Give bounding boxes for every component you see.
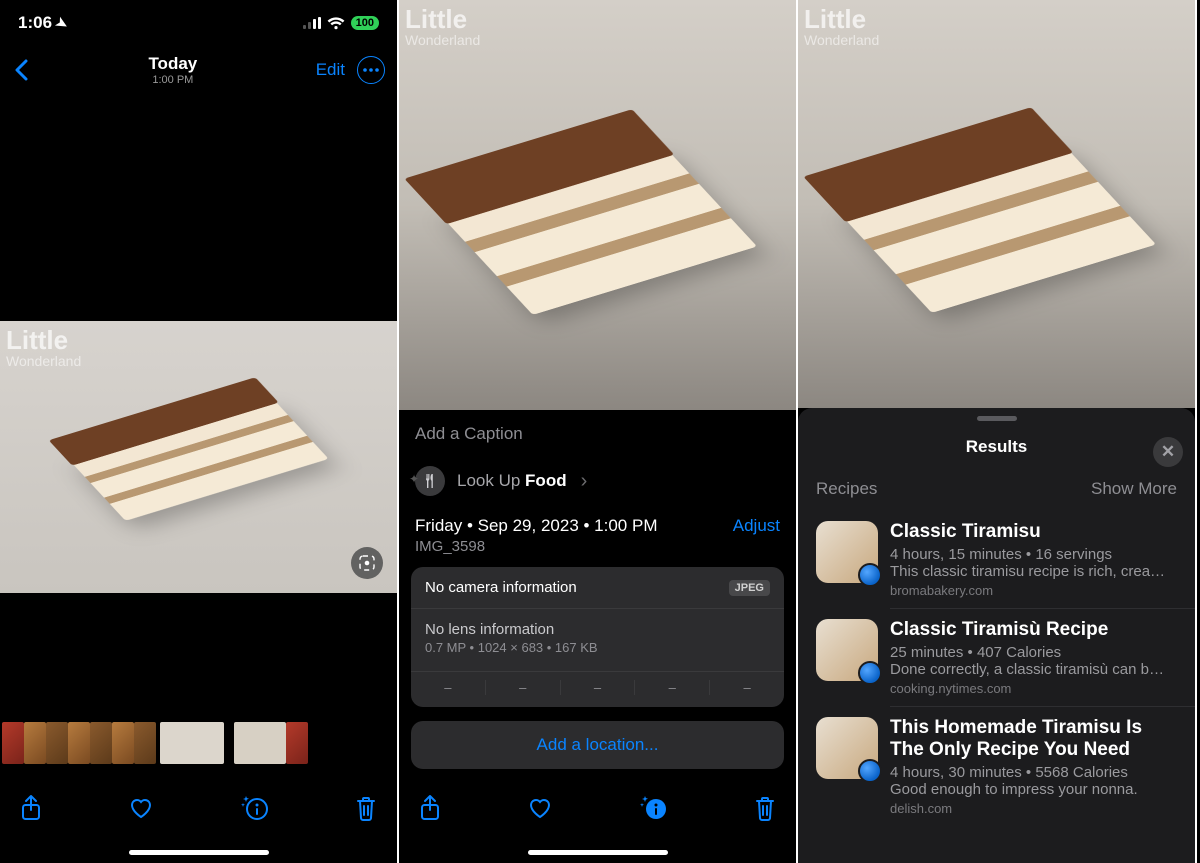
status-time-group: 1:06 ➤: [18, 13, 68, 33]
sparkle-icon: ✦: [409, 472, 419, 486]
bottom-toolbar: [399, 775, 796, 841]
photo-preview[interactable]: LittleWonderland: [399, 0, 796, 410]
thumb[interactable]: [234, 722, 286, 764]
thumb[interactable]: [46, 722, 68, 764]
camera-info: No camera information: [425, 579, 577, 596]
trash-button[interactable]: [754, 795, 776, 821]
recipe-title: Classic Tiramisu: [890, 521, 1177, 544]
chevron-right-icon: ›: [581, 470, 588, 493]
close-button[interactable]: ✕: [1153, 437, 1183, 467]
recipe-thumb: [816, 619, 878, 681]
battery-icon: 100: [351, 16, 379, 30]
photo-subject-tiramisu: [837, 144, 1155, 314]
thumb[interactable]: [112, 722, 134, 764]
thumb-selected[interactable]: [160, 722, 224, 764]
lookup-label: Look Up Food: [457, 471, 567, 491]
results-sheet: Results ✕ Recipes Show More Classic Tira…: [798, 408, 1195, 863]
share-button[interactable]: [419, 794, 441, 822]
photo-date: Friday • Sep 29, 2023 • 1:00 PM: [415, 516, 657, 536]
recipe-source: bromabakery.com: [890, 583, 1177, 598]
photo-subject-tiramisu: [438, 145, 756, 315]
visual-lookup-badge[interactable]: [351, 547, 383, 579]
adjust-button[interactable]: Adjust: [733, 516, 780, 536]
section-label-recipes: Recipes: [816, 479, 877, 499]
photo-watermark: LittleWonderland: [804, 6, 879, 47]
food-category-icon: [415, 466, 445, 496]
recipe-meta: 4 hours, 30 minutes • 5568 Calories: [890, 764, 1177, 781]
share-button[interactable]: [20, 794, 42, 822]
nav-bar: Today 1:00 PM Edit: [0, 46, 397, 94]
file-type-badge: JPEG: [729, 580, 770, 596]
recipe-thumb: [816, 717, 878, 779]
recipe-title: Classic Tiramisù Recipe: [890, 619, 1177, 642]
photo-subject-tiramisu: [69, 398, 329, 521]
info-lookup-button-active[interactable]: [640, 795, 668, 821]
recipe-desc: Good enough to impress your nonna.: [890, 781, 1177, 798]
thumb[interactable]: [68, 722, 90, 764]
show-more-button[interactable]: Show More: [1091, 479, 1177, 499]
cellular-signal-icon: [303, 17, 321, 29]
add-caption-field[interactable]: Add a Caption: [399, 410, 796, 458]
thumb[interactable]: [24, 722, 46, 764]
photo-area[interactable]: LittleWonderland: [0, 94, 397, 711]
home-indicator[interactable]: [0, 841, 397, 863]
thumb[interactable]: [90, 722, 112, 764]
recipe-source: cooking.nytimes.com: [890, 681, 1177, 696]
lookup-food-row[interactable]: Look Up Food ›: [399, 458, 796, 512]
trash-button[interactable]: [355, 795, 377, 821]
metadata-box: No camera information JPEG No lens infor…: [411, 567, 784, 707]
home-indicator[interactable]: [399, 841, 796, 863]
recipe-title: This Homemade Tiramisu Is The Only Recip…: [890, 717, 1177, 763]
edit-button[interactable]: Edit: [316, 60, 345, 80]
sheet-drag-handle[interactable]: [977, 416, 1017, 421]
photo-watermark: LittleWonderland: [6, 327, 81, 368]
image-spec: 0.7 MP • 1024 × 683 • 167 KB: [425, 638, 770, 659]
add-location-button[interactable]: Add a location...: [411, 721, 784, 769]
recipe-desc: This classic tiramisu recipe is rich, cr…: [890, 563, 1177, 580]
thumbnail-strip[interactable]: [0, 711, 397, 775]
recipe-meta: 4 hours, 15 minutes • 16 servings: [890, 546, 1177, 563]
recipe-source: delish.com: [890, 801, 1177, 816]
nav-title-group: Today 1:00 PM: [30, 54, 316, 86]
photo-info-pane: LittleWonderland Add a Caption ✦ Look Up…: [399, 0, 798, 863]
photos-viewer-pane: 1:06 ➤ 100 Today 1:00 PM Edit LittleWond…: [0, 0, 399, 863]
favorite-button[interactable]: [128, 796, 154, 820]
results-title: Results: [966, 437, 1027, 456]
status-time: 1:06: [18, 13, 52, 33]
back-button[interactable]: [12, 59, 30, 81]
thumb[interactable]: [2, 722, 24, 764]
lens-info: No lens information: [425, 621, 770, 638]
nav-subtitle: 1:00 PM: [30, 74, 316, 86]
visual-lookup-results-pane: LittleWonderland Results ✕ Recipes Show …: [798, 0, 1197, 863]
photo-watermark: LittleWonderland: [405, 6, 480, 47]
status-right-group: 100: [303, 16, 379, 30]
exif-dash-row: –––––: [411, 672, 784, 707]
favorite-button[interactable]: [527, 796, 553, 820]
photo[interactable]: LittleWonderland: [0, 321, 397, 593]
bottom-toolbar: [0, 775, 397, 841]
wifi-icon: [327, 17, 345, 30]
nav-title: Today: [30, 54, 316, 74]
recipe-meta: 25 minutes • 407 Calories: [890, 644, 1177, 661]
info-lookup-button[interactable]: [241, 795, 269, 821]
recipe-result[interactable]: Classic Tiramisù Recipe 25 minutes • 407…: [798, 609, 1195, 706]
status-bar: 1:06 ➤ 100: [0, 0, 397, 46]
photo-preview[interactable]: LittleWonderland: [798, 0, 1195, 408]
thumb[interactable]: [286, 722, 308, 764]
more-button[interactable]: [357, 56, 385, 84]
recipe-result[interactable]: This Homemade Tiramisu Is The Only Recip…: [798, 707, 1195, 827]
recipe-result[interactable]: Classic Tiramisu 4 hours, 15 minutes • 1…: [798, 511, 1195, 608]
recipe-desc: Done correctly, a classic tiramisù can b…: [890, 661, 1177, 678]
location-arrow-icon: ➤: [53, 13, 72, 34]
recipe-thumb: [816, 521, 878, 583]
thumb[interactable]: [134, 722, 156, 764]
image-filename: IMG_3598: [399, 538, 796, 567]
